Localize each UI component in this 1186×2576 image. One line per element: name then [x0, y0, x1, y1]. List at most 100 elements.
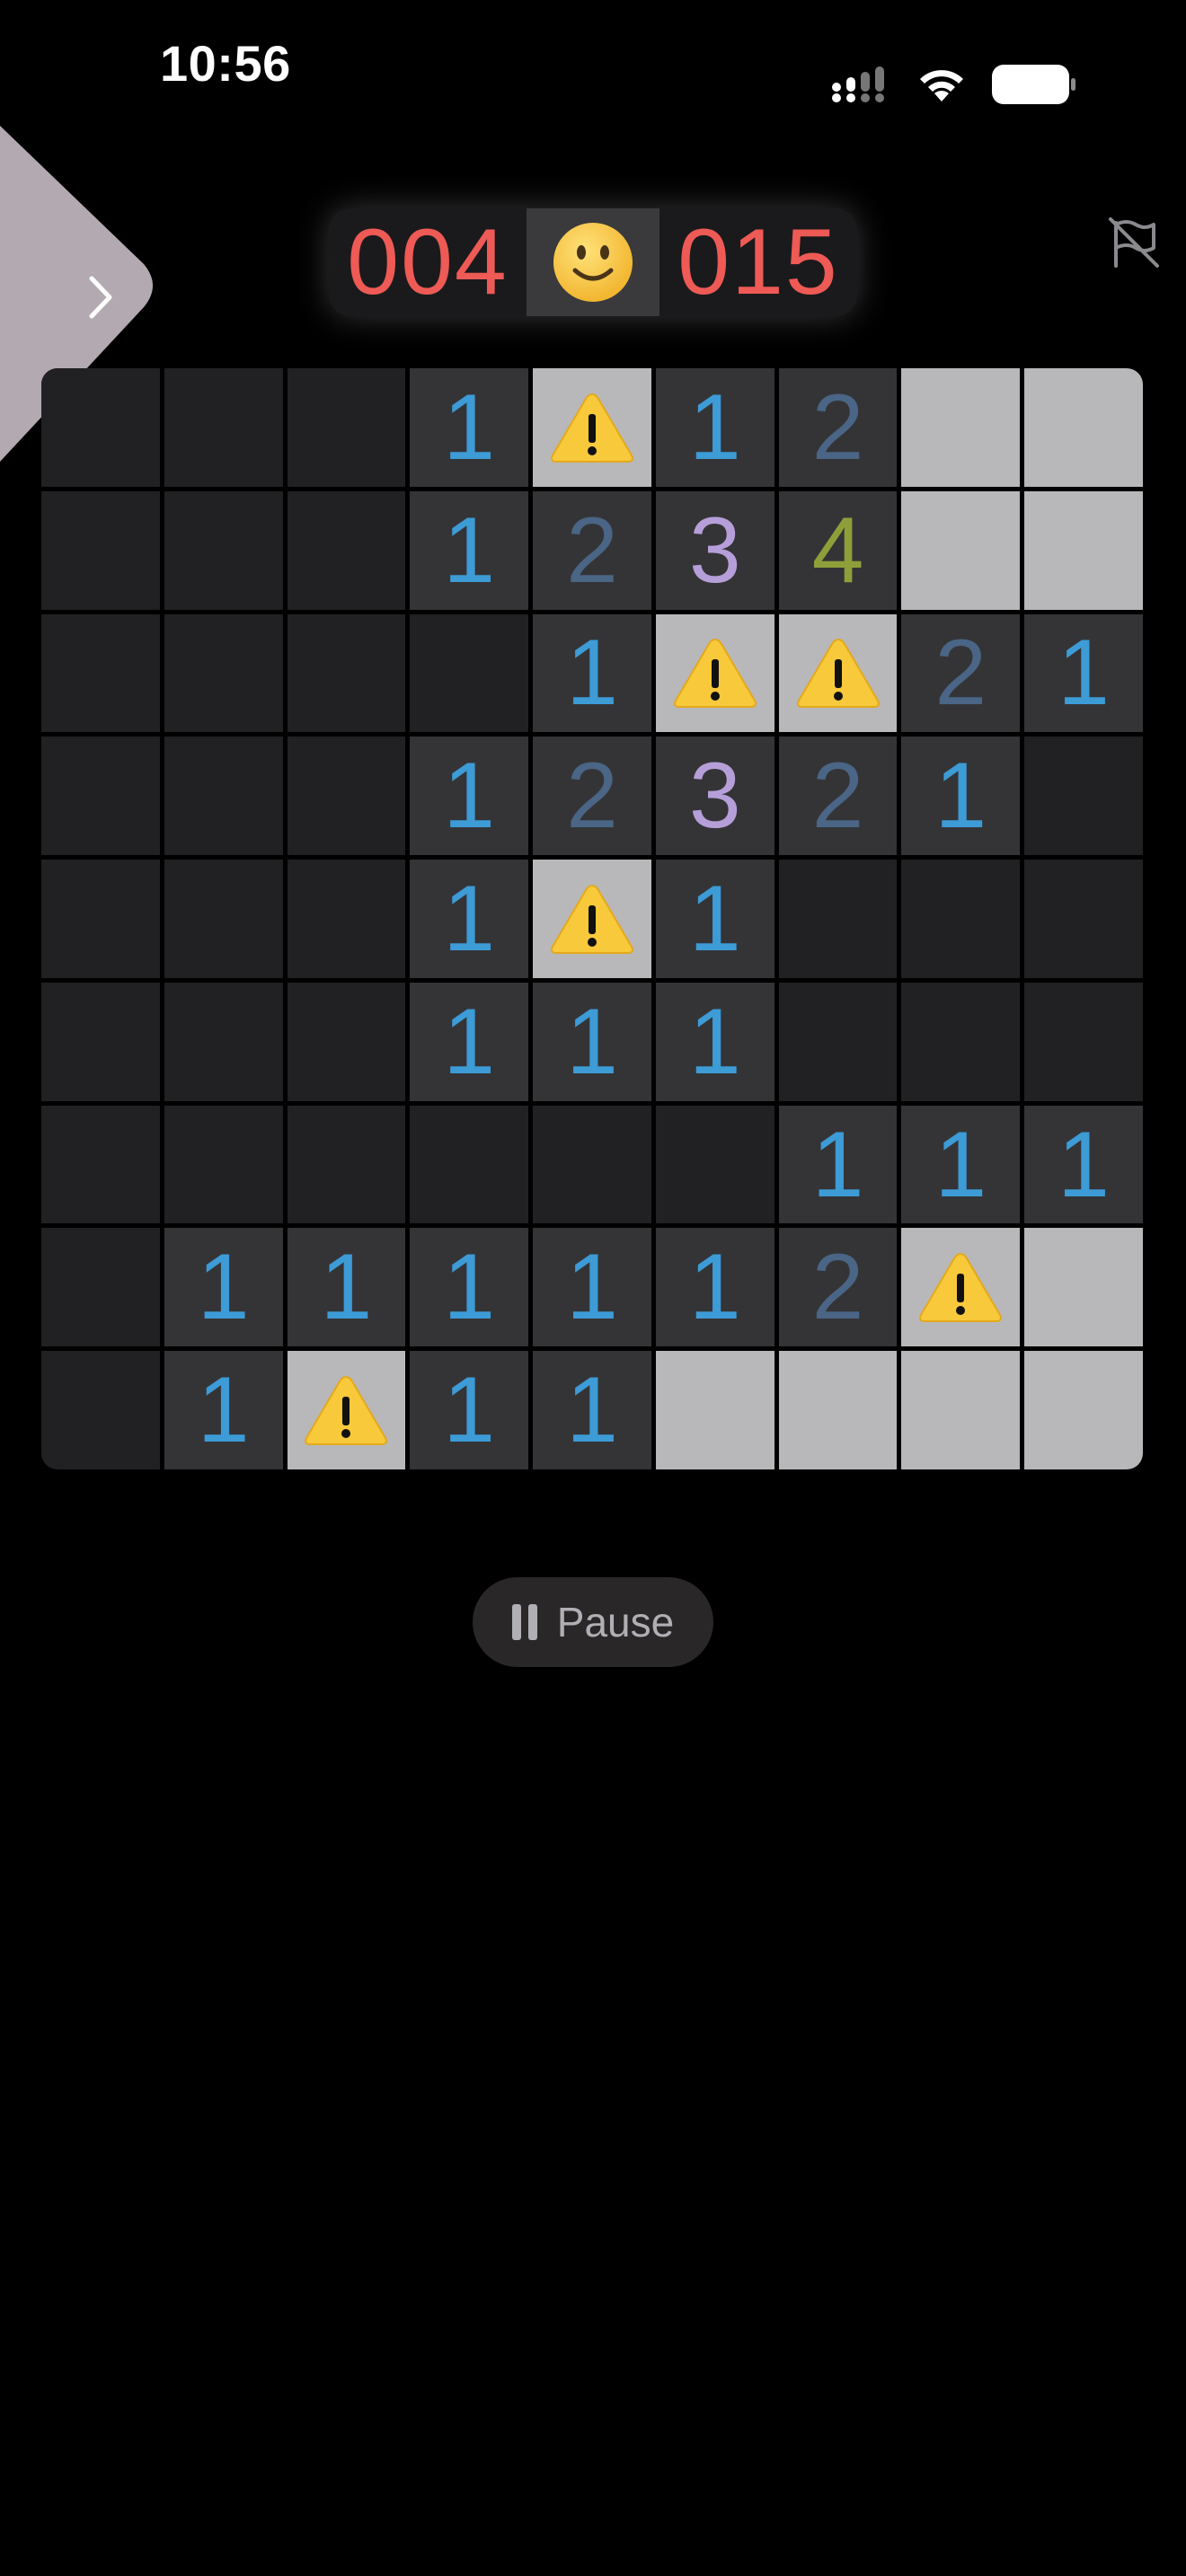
cell-revealed-empty[interactable] — [778, 982, 898, 1101]
cell-revealed-empty[interactable] — [410, 1105, 529, 1224]
cell-unrevealed[interactable] — [778, 1351, 898, 1469]
cell-number[interactable]: 1 — [410, 737, 529, 856]
cell-unrevealed[interactable] — [1024, 368, 1143, 487]
cell-revealed-empty[interactable] — [287, 613, 406, 733]
flag-toggle-button[interactable] — [1107, 216, 1161, 269]
cell-flagged[interactable] — [655, 613, 774, 733]
cell-revealed-empty[interactable] — [287, 982, 406, 1101]
cell-revealed-empty[interactable] — [164, 490, 283, 610]
cell-number[interactable]: 3 — [655, 737, 774, 856]
cell-flagged[interactable] — [287, 1351, 406, 1469]
cell-revealed-empty[interactable] — [164, 982, 283, 1101]
cell-revealed-empty[interactable] — [164, 613, 283, 733]
cell-number[interactable]: 4 — [778, 490, 898, 610]
cell-number-label: 1 — [1058, 621, 1111, 726]
cell-flagged[interactable] — [901, 1228, 1021, 1347]
cell-number[interactable]: 3 — [655, 490, 774, 610]
cell-number[interactable]: 1 — [410, 490, 529, 610]
cell-unrevealed[interactable] — [655, 1351, 774, 1469]
cell-revealed-empty[interactable] — [1024, 982, 1143, 1101]
cell-number[interactable]: 1 — [287, 1228, 406, 1347]
cell-revealed-empty[interactable] — [287, 368, 406, 487]
cell-number[interactable]: 1 — [655, 1228, 774, 1347]
cell-revealed-empty[interactable] — [164, 737, 283, 856]
status-time: 10:56 — [160, 35, 291, 92]
cell-unrevealed[interactable] — [1024, 1228, 1143, 1347]
cell-revealed-empty[interactable] — [41, 613, 160, 733]
cell-revealed-empty[interactable] — [41, 860, 160, 978]
cell-revealed-empty[interactable] — [41, 1228, 160, 1347]
cell-number-label: 3 — [688, 498, 741, 603]
cellular-signal-icon — [832, 66, 884, 102]
cell-number[interactable]: 1 — [533, 982, 651, 1101]
cell-revealed-empty[interactable] — [287, 860, 406, 978]
cell-number-label: 2 — [811, 1235, 864, 1340]
cell-number[interactable]: 1 — [164, 1228, 283, 1347]
cell-revealed-empty[interactable] — [1024, 860, 1143, 978]
cell-revealed-empty[interactable] — [41, 737, 160, 856]
cell-number[interactable]: 1 — [655, 860, 774, 978]
cell-unrevealed[interactable] — [901, 368, 1021, 487]
cell-number[interactable]: 2 — [901, 613, 1021, 733]
cell-number[interactable]: 1 — [901, 737, 1021, 856]
cell-number[interactable]: 2 — [533, 490, 651, 610]
cell-revealed-empty[interactable] — [1024, 737, 1143, 856]
cell-unrevealed[interactable] — [1024, 1351, 1143, 1469]
cell-revealed-empty[interactable] — [778, 860, 898, 978]
cell-unrevealed[interactable] — [1024, 490, 1143, 610]
cell-revealed-empty[interactable] — [164, 368, 283, 487]
cell-number[interactable]: 2 — [778, 737, 898, 856]
reset-face-button[interactable] — [527, 208, 659, 316]
cell-number[interactable]: 2 — [778, 1228, 898, 1347]
cell-number[interactable]: 1 — [655, 982, 774, 1101]
cell-number[interactable]: 1 — [410, 368, 529, 487]
cell-flagged[interactable] — [533, 860, 651, 978]
cell-revealed-empty[interactable] — [41, 982, 160, 1101]
cell-number[interactable]: 1 — [901, 1105, 1021, 1224]
cell-revealed-empty[interactable] — [287, 737, 406, 856]
cell-number-label: 1 — [934, 1112, 987, 1217]
cell-number[interactable]: 1 — [533, 1228, 651, 1347]
cell-flagged[interactable] — [533, 368, 651, 487]
cell-number[interactable]: 1 — [410, 860, 529, 978]
cell-number[interactable]: 1 — [533, 613, 651, 733]
cell-revealed-empty[interactable] — [901, 860, 1021, 978]
cell-number[interactable]: 1 — [164, 1351, 283, 1469]
cell-revealed-empty[interactable] — [41, 1351, 160, 1469]
cell-number-label: 1 — [1058, 1112, 1111, 1217]
cell-number-label: 1 — [443, 1235, 496, 1340]
cell-revealed-empty[interactable] — [287, 1105, 406, 1224]
cell-unrevealed[interactable] — [901, 1351, 1021, 1469]
cell-revealed-empty[interactable] — [533, 1105, 651, 1224]
cell-number[interactable]: 1 — [1024, 613, 1143, 733]
pause-button[interactable]: Pause — [473, 1577, 713, 1667]
cell-number-label: 1 — [197, 1358, 250, 1463]
cell-revealed-empty[interactable] — [901, 982, 1021, 1101]
cell-revealed-empty[interactable] — [287, 490, 406, 610]
cell-number-label: 1 — [688, 1235, 741, 1340]
cell-revealed-empty[interactable] — [41, 368, 160, 487]
cell-number[interactable]: 1 — [410, 1351, 529, 1469]
cell-revealed-empty[interactable] — [41, 490, 160, 610]
cell-number-label: 1 — [443, 1358, 496, 1463]
pause-label: Pause — [556, 1599, 675, 1645]
cell-number[interactable]: 2 — [778, 368, 898, 487]
cell-revealed-empty[interactable] — [41, 1105, 160, 1224]
cell-number-label: 1 — [443, 989, 496, 1094]
cell-flagged[interactable] — [778, 613, 898, 733]
mine-counter: 004 — [347, 209, 509, 314]
cell-number[interactable]: 1 — [1024, 1105, 1143, 1224]
cell-number[interactable]: 1 — [655, 368, 774, 487]
cell-number[interactable]: 1 — [410, 982, 529, 1101]
cell-revealed-empty[interactable] — [655, 1105, 774, 1224]
cell-revealed-empty[interactable] — [410, 613, 529, 733]
cell-number-label: 1 — [443, 498, 496, 603]
cell-unrevealed[interactable] — [901, 490, 1021, 610]
cell-number[interactable]: 1 — [778, 1105, 898, 1224]
cell-revealed-empty[interactable] — [164, 1105, 283, 1224]
cell-number[interactable]: 1 — [533, 1351, 651, 1469]
cell-number[interactable]: 2 — [533, 737, 651, 856]
cell-revealed-empty[interactable] — [164, 860, 283, 978]
cell-number-label: 4 — [811, 498, 864, 603]
cell-number[interactable]: 1 — [410, 1228, 529, 1347]
